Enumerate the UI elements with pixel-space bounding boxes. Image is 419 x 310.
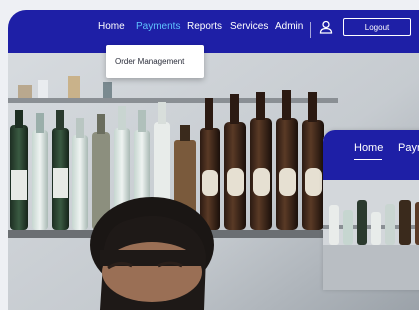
secondary-navigation-bar: Home Payr	[323, 130, 419, 180]
secondary-nav-link-home[interactable]: Home	[354, 142, 383, 154]
payments-dropdown-menu: Order Management	[106, 45, 204, 78]
nav-link-home[interactable]: Home	[98, 21, 125, 32]
logout-button[interactable]: Logout	[343, 18, 411, 36]
user-icon[interactable]	[319, 20, 333, 34]
nav-link-reports[interactable]: Reports	[187, 21, 222, 32]
secondary-preview-window: Home Payr	[323, 130, 419, 290]
nav-link-services[interactable]: Services	[230, 21, 268, 32]
top-navigation-bar: Home Payments Reports Services Admin Log…	[8, 10, 419, 53]
nav-divider	[310, 22, 311, 38]
nav-link-admin[interactable]: Admin	[275, 21, 303, 32]
nav-link-payments[interactable]: Payments	[136, 21, 180, 32]
secondary-nav-link-payments[interactable]: Payr	[398, 142, 419, 154]
menu-item-order-management[interactable]: Order Management	[115, 57, 184, 66]
secondary-active-underline	[354, 159, 382, 160]
